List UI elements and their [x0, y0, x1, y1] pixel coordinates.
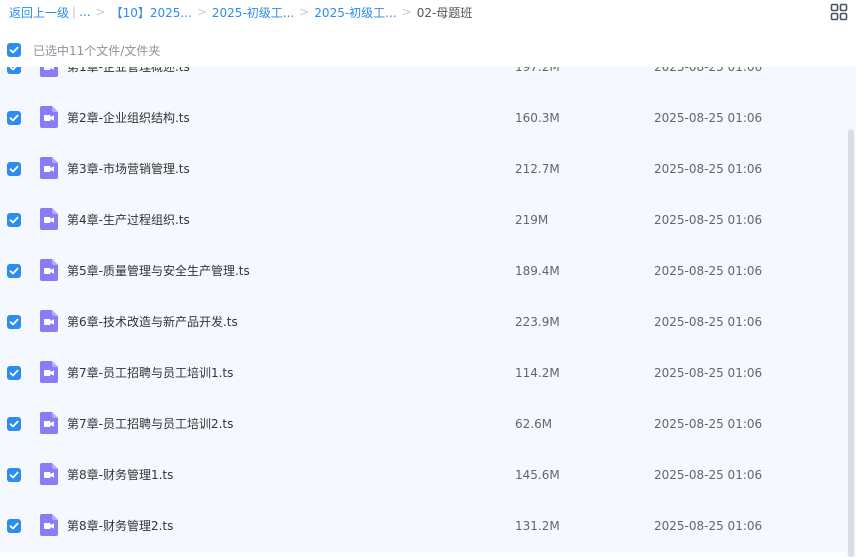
- file-checkbox[interactable]: [7, 67, 21, 74]
- file-date: 2025-08-25 01:06: [654, 366, 763, 380]
- file-checkbox[interactable]: [7, 417, 21, 431]
- file-size: 219M: [515, 213, 549, 227]
- file-row[interactable]: 第7章-员工招聘与员工培训2.ts 62.6M 2025-08-25 01:06: [0, 399, 846, 450]
- file-date: 2025-08-25 01:06: [654, 264, 763, 278]
- file-name[interactable]: 第7章-员工招聘与员工培训2.ts: [67, 399, 233, 450]
- video-file-icon: [40, 412, 58, 434]
- file-name[interactable]: 第2章-企业组织结构.ts: [67, 93, 190, 144]
- file-size: 197.2M: [515, 67, 560, 74]
- file-checkbox[interactable]: [7, 264, 21, 278]
- breadcrumb-bar: 返回上一级 | ... > 【10】2025... > 2025-初级工... …: [0, 0, 856, 24]
- video-file-icon: [40, 463, 58, 485]
- selection-count-label: 已选中11个文件/文件夹: [33, 43, 161, 58]
- file-name[interactable]: 第7章-员工招聘与员工培训1.ts: [67, 348, 233, 399]
- file-date: 2025-08-25 01:06: [654, 519, 763, 533]
- file-name[interactable]: 第8章-财务管理1.ts: [67, 450, 173, 501]
- file-name[interactable]: 第4章-生产过程组织.ts: [67, 195, 190, 246]
- file-checkbox[interactable]: [7, 366, 21, 380]
- file-name[interactable]: 第8章-财务管理2.ts: [67, 501, 173, 552]
- file-row[interactable]: 第6章-技术改造与新产品开发.ts 223.9M 2025-08-25 01:0…: [0, 297, 846, 348]
- file-row[interactable]: 第3章-市场营销管理.ts 212.7M 2025-08-25 01:06: [0, 144, 846, 195]
- file-date: 2025-08-25 01:06: [654, 468, 763, 482]
- back-link[interactable]: 返回上一级: [9, 4, 69, 21]
- file-checkbox[interactable]: [7, 315, 21, 329]
- breadcrumb-separator: >: [95, 5, 106, 19]
- scrollbar[interactable]: [846, 67, 856, 557]
- file-size: 131.2M: [515, 519, 560, 533]
- file-row[interactable]: 第2章-企业组织结构.ts 160.3M 2025-08-25 01:06: [0, 93, 846, 144]
- file-size: 189.4M: [515, 264, 560, 278]
- file-row[interactable]: 第1章-企业管理概述.ts 197.2M 2025-08-25 01:06: [0, 67, 846, 93]
- breadcrumb-ellipsis[interactable]: ...: [79, 5, 90, 19]
- file-row[interactable]: 第8章-财务管理1.ts 145.6M 2025-08-25 01:06: [0, 450, 846, 501]
- file-date: 2025-08-25 01:06: [654, 315, 763, 329]
- video-file-icon: [40, 157, 58, 179]
- video-file-icon: [40, 310, 58, 332]
- file-date: 2025-08-25 01:06: [654, 111, 763, 125]
- scrollbar-thumb[interactable]: [848, 129, 854, 557]
- file-date: 2025-08-25 01:06: [654, 417, 763, 431]
- file-name[interactable]: 第3章-市场营销管理.ts: [67, 144, 190, 195]
- file-size: 212.7M: [515, 162, 560, 176]
- file-name[interactable]: 第6章-技术改造与新产品开发.ts: [67, 297, 238, 348]
- file-row[interactable]: 第5章-质量管理与安全生产管理.ts 189.4M 2025-08-25 01:…: [0, 246, 846, 297]
- breadcrumb: 返回上一级 | ... > 【10】2025... > 2025-初级工... …: [0, 4, 472, 21]
- grid-view-icon[interactable]: [830, 3, 848, 21]
- file-date: 2025-08-25 01:06: [654, 67, 763, 74]
- file-name[interactable]: 第1章-企业管理概述.ts: [67, 67, 190, 93]
- file-checkbox[interactable]: [7, 111, 21, 125]
- file-name[interactable]: 第5章-质量管理与安全生产管理.ts: [67, 246, 250, 297]
- breadcrumb-current: 02-母题班: [416, 5, 473, 20]
- file-list: 第1章-企业管理概述.ts 197.2M 2025-08-25 01:06 第2…: [0, 67, 856, 557]
- video-file-icon: [40, 67, 58, 77]
- file-checkbox[interactable]: [7, 162, 21, 176]
- file-checkbox[interactable]: [7, 519, 21, 533]
- file-size: 160.3M: [515, 111, 560, 125]
- breadcrumb-item-2[interactable]: 2025-初级工...: [212, 4, 294, 21]
- file-row[interactable]: 第8章-财务管理2.ts 131.2M 2025-08-25 01:06: [0, 501, 846, 552]
- file-size: 145.6M: [515, 468, 560, 482]
- breadcrumb-item-1[interactable]: 【10】2025...: [111, 4, 192, 21]
- breadcrumb-separator: >: [196, 5, 207, 19]
- file-size: 223.9M: [515, 315, 560, 329]
- select-all-checkbox[interactable]: [7, 43, 21, 57]
- video-file-icon: [40, 361, 58, 383]
- file-checkbox[interactable]: [7, 468, 21, 482]
- file-size: 114.2M: [515, 366, 560, 380]
- video-file-icon: [40, 106, 58, 128]
- breadcrumb-separator: >: [401, 5, 412, 19]
- file-row[interactable]: 第7章-员工招聘与员工培训1.ts 114.2M 2025-08-25 01:0…: [0, 348, 846, 399]
- selection-bar: 已选中11个文件/文件夹: [0, 36, 856, 64]
- file-browser: 返回上一级 | ... > 【10】2025... > 2025-初级工... …: [0, 0, 856, 557]
- breadcrumb-item-3[interactable]: 2025-初级工...: [314, 4, 396, 21]
- video-file-icon: [40, 514, 58, 536]
- file-date: 2025-08-25 01:06: [654, 162, 763, 176]
- file-row[interactable]: 第4章-生产过程组织.ts 219M 2025-08-25 01:06: [0, 195, 846, 246]
- video-file-icon: [40, 259, 58, 281]
- breadcrumb-separator: >: [299, 5, 310, 19]
- back-separator: |: [72, 5, 77, 19]
- file-size: 62.6M: [515, 417, 553, 431]
- file-checkbox[interactable]: [7, 213, 21, 227]
- file-date: 2025-08-25 01:06: [654, 213, 763, 227]
- video-file-icon: [40, 208, 58, 230]
